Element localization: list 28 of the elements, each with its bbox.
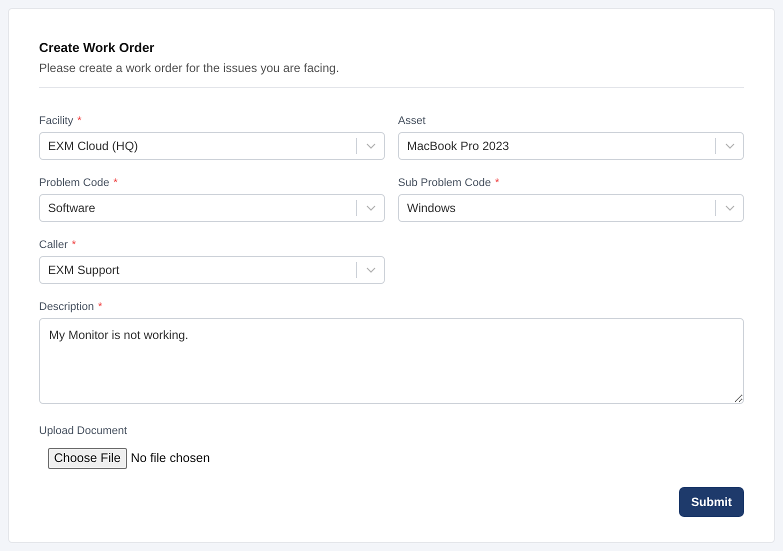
select-field[interactable]: EXM Cloud (HQ) <box>39 132 385 160</box>
field-label: Sub Problem Code <box>398 176 491 191</box>
required-mark: * <box>494 176 500 191</box>
required-mark: * <box>98 300 102 315</box>
select-field[interactable]: MacBook Pro 2023 <box>398 132 744 160</box>
required-mark: * <box>113 176 118 191</box>
select-field[interactable]: EXM Support <box>39 256 385 284</box>
field-label: Problem Code <box>39 176 110 191</box>
chevron-down-icon <box>725 205 735 211</box>
chevron-down-icon <box>366 267 376 273</box>
form-title: Create Work Order <box>39 39 156 57</box>
chevron-down-icon <box>366 205 376 211</box>
field-label: Upload Document <box>39 425 128 437</box>
field-label: Caller <box>39 238 68 253</box>
select-field[interactable]: Software <box>39 194 385 222</box>
select-field[interactable]: Windows <box>398 194 744 222</box>
chevron-down-icon <box>366 143 376 149</box>
required-mark: * <box>77 114 82 129</box>
submit-button[interactable]: Submit <box>679 487 744 517</box>
required-mark: * <box>72 238 76 253</box>
chevron-down-icon <box>725 143 735 149</box>
description-field[interactable]: My Monitor is not working. <box>39 318 744 404</box>
field-label: Facility <box>39 114 74 129</box>
form-subtitle: Please create a work order for the issues you are facing. <box>39 60 340 76</box>
choose-file-button[interactable]: Choose File <box>48 448 127 469</box>
field-label: Asset <box>398 114 426 129</box>
field-label: Description <box>39 300 94 315</box>
file-status: No file chosen <box>130 450 210 468</box>
